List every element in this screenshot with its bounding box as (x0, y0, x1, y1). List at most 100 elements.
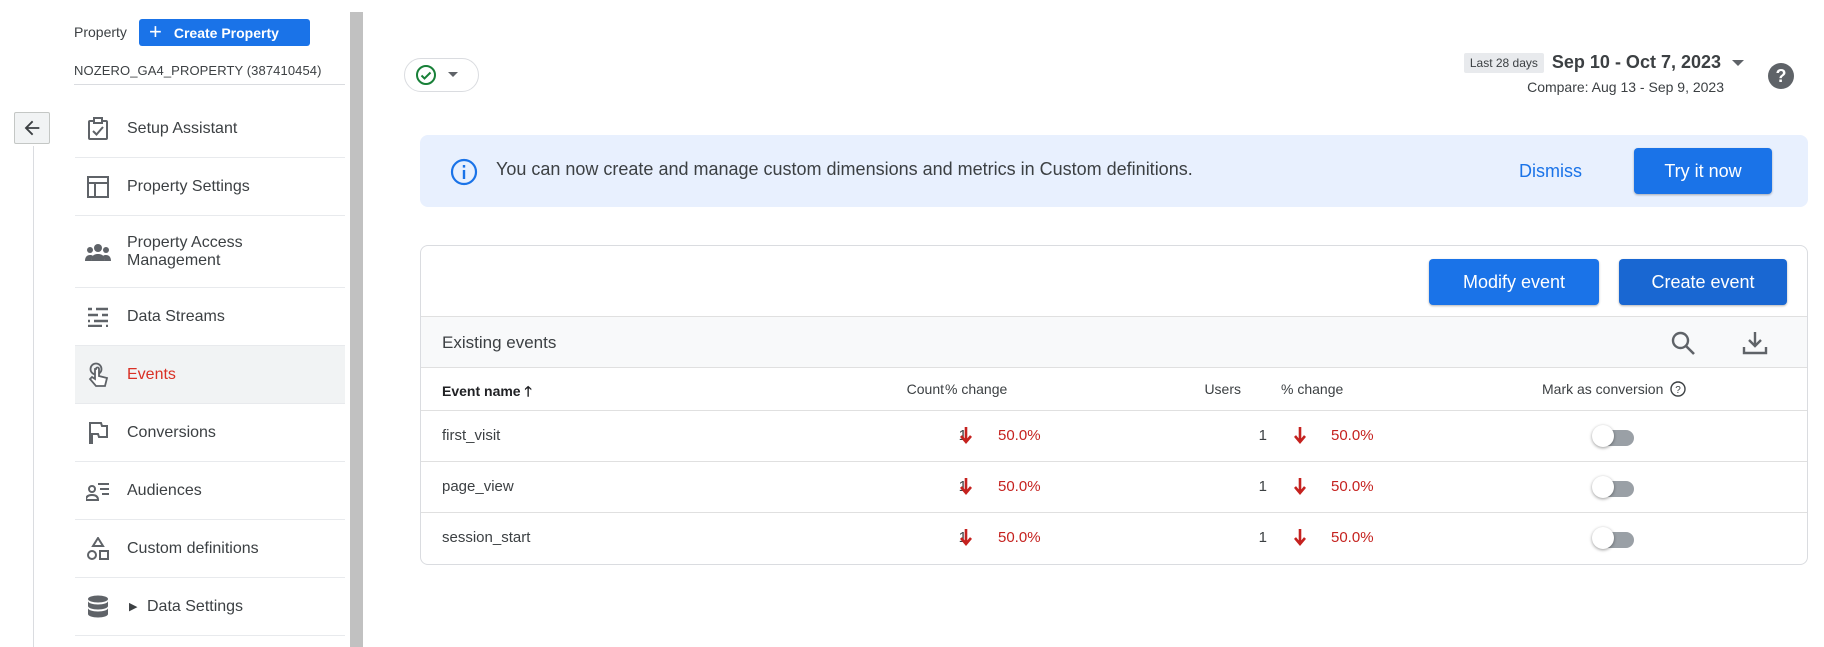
page: Property + Create Property NOZERO_GA4_PR… (0, 0, 1824, 647)
date-range-picker: Last 28 days Sep 10 - Oct 7, 2023 Compar… (1463, 52, 1745, 95)
users-change: 50.0% (1331, 478, 1374, 495)
col-users-change[interactable]: % change (1281, 381, 1343, 397)
table-row[interactable]: page_view 1 50.0% 1 50.0% (421, 462, 1807, 513)
count-change: 50.0% (998, 478, 1041, 495)
events-card: Modify event Create event Existing event… (420, 245, 1808, 565)
nav-label: Audiences (127, 481, 202, 499)
property-name: NOZERO_GA4_PROPERTY (387410454) (74, 63, 322, 78)
audience-icon (85, 478, 111, 504)
table-row[interactable]: session_start 1 50.0% 1 50.0% (421, 513, 1807, 564)
search-icon[interactable] (1670, 330, 1696, 356)
help-icon[interactable]: ? (1768, 63, 1794, 89)
count-change: 50.0% (998, 427, 1041, 444)
col-count-change[interactable]: % change (945, 381, 1007, 397)
card-header: Existing events (421, 317, 1807, 368)
nav-item-property-settings[interactable]: Property Settings (75, 158, 345, 216)
compare-range: Compare: Aug 13 - Sep 9, 2023 (1527, 79, 1724, 95)
arrow-down-icon (960, 427, 972, 445)
event-name[interactable]: first_visit (442, 427, 500, 444)
arrow-down-icon (1294, 529, 1306, 547)
arrow-left-icon (24, 120, 40, 136)
check-circle-icon (416, 65, 436, 85)
sort-up-icon: 🡑 (524, 383, 532, 399)
try-it-now-button[interactable]: Try it now (1634, 148, 1772, 194)
nav-item-setup-assistant[interactable]: Setup Assistant (75, 100, 345, 158)
nav-item-property-access[interactable]: Property Access Management (75, 216, 345, 288)
date-preset-chip: Last 28 days (1463, 52, 1544, 73)
status-dropdown[interactable] (404, 58, 479, 92)
people-icon (85, 239, 111, 265)
nav-label: Events (127, 365, 176, 383)
toggle-thumb (1592, 527, 1614, 549)
plus-icon: + (149, 18, 162, 44)
col-count[interactable]: Count (884, 381, 944, 397)
shapes-icon (85, 536, 111, 562)
create-event-button[interactable]: Create event (1619, 259, 1787, 305)
nav-item-events[interactable]: Events (75, 346, 345, 404)
layout-icon (85, 174, 111, 200)
checklist-icon (85, 116, 111, 142)
event-users: 1 (1258, 427, 1267, 444)
table-row[interactable]: first_visit 1 50.0% 1 50.0% (421, 411, 1807, 462)
toggle-thumb (1592, 476, 1614, 498)
toggle-thumb (1592, 425, 1614, 447)
table-header: Event name 🡑 Count % change Users % chan… (421, 368, 1807, 411)
touch-icon (85, 362, 111, 388)
nav-item-data-settings[interactable]: ▶ Data Settings (75, 578, 345, 636)
svg-text:?: ? (1676, 385, 1682, 396)
info-icon (450, 158, 478, 186)
event-users: 1 (1258, 478, 1267, 495)
database-icon (85, 594, 111, 620)
card-toolbar: Modify event Create event (421, 246, 1807, 317)
property-label: Property (74, 24, 127, 40)
col-event-name-label: Event name (442, 383, 521, 399)
nav-label: Data Settings (147, 597, 244, 615)
back-button[interactable] (14, 112, 50, 144)
arrow-down-icon (1294, 478, 1306, 496)
event-name[interactable]: session_start (442, 529, 530, 546)
col-mark-conversion-label: Mark as conversion (1542, 381, 1664, 397)
nav-item-custom-definitions[interactable]: Custom definitions (75, 520, 345, 578)
users-change: 50.0% (1331, 529, 1374, 546)
nav-scrollbar[interactable] (350, 12, 363, 647)
event-name[interactable]: page_view (442, 478, 514, 495)
nav-label: Conversions (127, 423, 216, 441)
nav-label: Data Streams (127, 307, 225, 325)
nav-label: Property Access Management (127, 233, 243, 269)
dismiss-button[interactable]: Dismiss (1519, 161, 1582, 182)
event-users: 1 (1258, 529, 1267, 546)
info-banner: You can now create and manage custom dim… (420, 135, 1808, 207)
nav-item-audiences[interactable]: Audiences (75, 462, 345, 520)
nav-label: Custom definitions (127, 539, 259, 557)
arrow-down-icon (960, 478, 972, 496)
count-change: 50.0% (998, 529, 1041, 546)
nav-item-data-streams[interactable]: Data Streams (75, 288, 345, 346)
conversion-toggle[interactable] (1592, 476, 1634, 498)
date-range[interactable]: Sep 10 - Oct 7, 2023 (1552, 52, 1721, 73)
flag-icon (85, 420, 111, 446)
property-divider (74, 84, 345, 85)
create-property-label: Create Property (173, 24, 279, 41)
nav-rail (33, 146, 34, 647)
conversion-toggle[interactable] (1592, 527, 1634, 549)
conversion-toggle[interactable] (1592, 425, 1634, 447)
modify-event-button[interactable]: Modify event (1429, 259, 1599, 305)
expand-caret-icon[interactable]: ▶ (129, 600, 137, 613)
col-event-name[interactable]: Event name 🡑 (442, 381, 532, 405)
nav-item-conversions[interactable]: Conversions (75, 404, 345, 462)
col-users[interactable]: Users (1181, 381, 1241, 397)
nav-label: Property Settings (127, 177, 250, 195)
arrow-down-icon (960, 529, 972, 547)
users-change: 50.0% (1331, 427, 1374, 444)
nav-label: Setup Assistant (127, 119, 238, 137)
date-caret-icon[interactable] (1731, 59, 1745, 67)
download-icon[interactable] (1742, 330, 1768, 356)
card-title: Existing events (442, 333, 557, 352)
arrow-down-icon (1294, 427, 1306, 445)
banner-text: You can now create and manage custom dim… (496, 159, 1193, 179)
create-property-button[interactable]: + Create Property (139, 19, 310, 46)
col-mark-conversion: Mark as conversion ? (1542, 381, 1686, 397)
streams-icon (85, 304, 111, 330)
admin-nav: Setup Assistant Property Settings Proper… (75, 100, 345, 636)
help-outline-icon[interactable]: ? (1670, 381, 1686, 397)
